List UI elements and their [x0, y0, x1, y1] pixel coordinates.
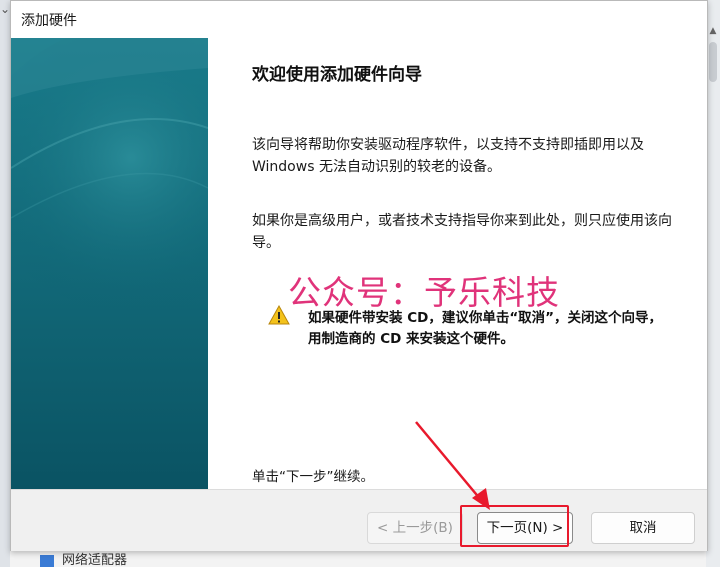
watermark-text: 公众号：予乐科技: [288, 273, 560, 312]
background-left-strip: [0, 0, 10, 567]
network-adapter-icon: [40, 554, 54, 567]
page-title: 欢迎使用添加硬件向导: [252, 65, 422, 85]
back-button[interactable]: < 上一步(B): [367, 512, 463, 544]
advanced-user-paragraph: 如果你是高级用户，或者技术支持指导你来到此处，则只应使用该向导。: [252, 213, 672, 251]
chevron-down-icon[interactable]: ⌄: [0, 2, 10, 16]
wizard-content: 欢迎使用添加硬件向导 该向导将帮助你安装驱动程序软件，以支持不支持即插即用以及 …: [208, 38, 706, 489]
warning-message: 如果硬件带安装 CD，建议你单击“取消”，关闭这个向导，用制造商的 CD 来安装…: [308, 310, 663, 347]
side-panel-art: [11, 38, 208, 489]
warning-triangle-icon: [268, 305, 290, 325]
continue-hint: 单击“下一步”继续。: [252, 469, 374, 485]
wizard-side-panel: [11, 38, 208, 489]
dialog-title: 添加硬件: [21, 13, 77, 29]
scroll-thumb[interactable]: [709, 42, 717, 82]
scroll-up-icon[interactable]: ▲: [708, 26, 718, 40]
intro-paragraph: 该向导将帮助你安装驱动程序软件，以支持不支持即插即用以及 Windows 无法自…: [252, 137, 644, 175]
background-scrollbar[interactable]: ▲: [706, 0, 720, 567]
background-list-item-label: 网络适配器: [62, 553, 128, 567]
cancel-button[interactable]: 取消: [591, 512, 695, 544]
title-bar[interactable]: 添加硬件: [11, 1, 707, 38]
add-hardware-dialog: 添加硬件 欢迎使用添加硬件向导 该向导将帮助你安装驱动程序软件，以支持不支持即插…: [10, 0, 708, 551]
button-bar: < 上一步(B) 下一页(N) > 取消: [11, 489, 707, 551]
background-list-item[interactable]: 网络适配器: [40, 549, 180, 567]
next-button-highlight-box: [460, 505, 569, 547]
